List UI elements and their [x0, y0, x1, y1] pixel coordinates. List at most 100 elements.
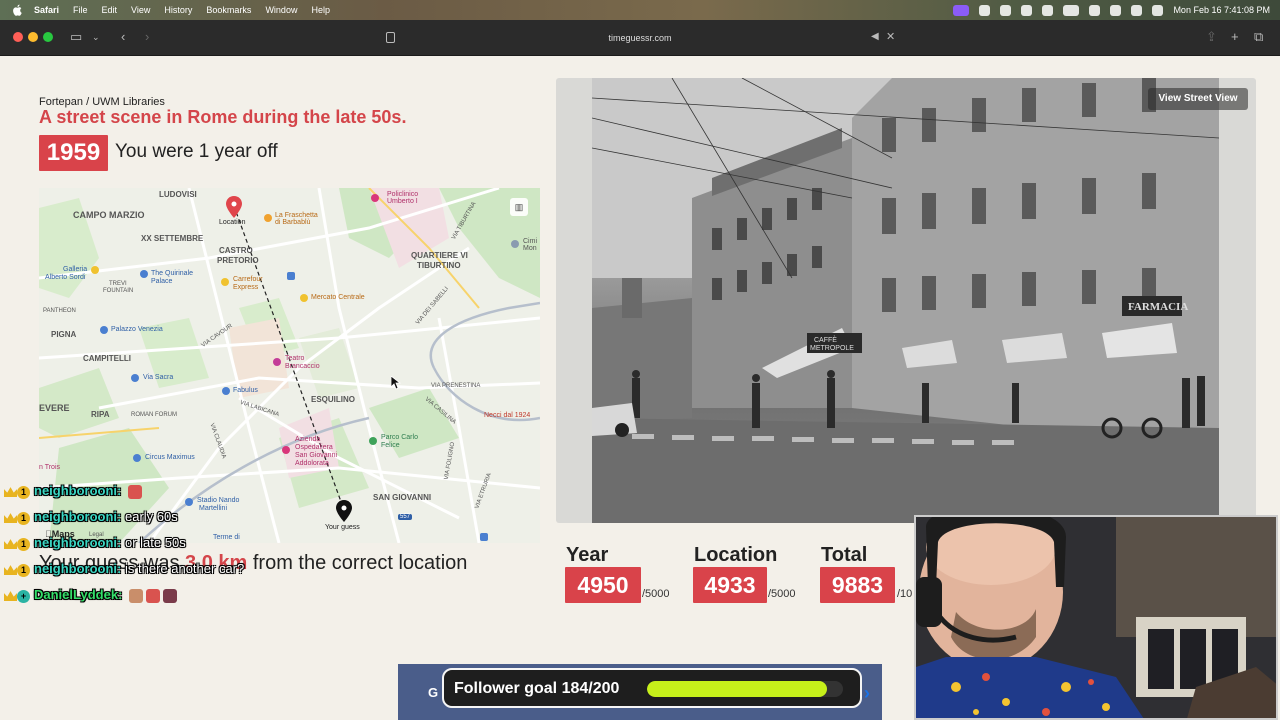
map-label-circus-maximus: Circus Maximus — [145, 454, 195, 461]
menu-safari[interactable]: Safari — [34, 5, 59, 15]
back-icon[interactable]: ‹ — [121, 29, 125, 45]
webcam-scene — [916, 517, 1276, 718]
shopping-icon[interactable] — [91, 266, 99, 274]
correct-year-badge: 1959 — [39, 135, 108, 171]
play-icon[interactable] — [1042, 4, 1054, 16]
view-street-view-button[interactable]: View Street View — [1148, 88, 1248, 110]
menu-view[interactable]: View — [131, 5, 150, 15]
chat-badges: 1 — [4, 483, 34, 501]
photo-scene: FARMACIA CAFFÈ METROPOLE — [592, 78, 1219, 523]
control-center-icon[interactable] — [1131, 4, 1143, 16]
location-score-label: Location — [694, 544, 778, 566]
transit-icon[interactable] — [287, 272, 295, 280]
historic-photo[interactable]: FARMACIA CAFFÈ METROPOLE — [592, 78, 1219, 523]
zoom-window-button[interactable] — [43, 32, 53, 42]
crown-icon — [4, 513, 17, 524]
wifi-icon[interactable] — [1089, 4, 1101, 16]
minimize-window-button[interactable] — [28, 32, 38, 42]
follower-goal-widget: Follower goal 184/200 — [442, 668, 862, 708]
restaurant-icon[interactable] — [264, 214, 272, 222]
tray-app-icon[interactable] — [979, 4, 991, 16]
cafe-icon[interactable] — [222, 387, 230, 395]
chat-username: neighborooni: — [34, 483, 122, 498]
map-label-fraschetta: La Fraschetta — [275, 212, 318, 219]
year-score-value: 4950 — [565, 567, 641, 603]
menubar-clock[interactable]: Mon Feb 16 7:41:08 PM — [1173, 5, 1270, 15]
sub-badge-icon: 1 — [17, 485, 30, 499]
forward-icon[interactable]: › — [145, 29, 149, 45]
chat-badges: 1 — [4, 535, 34, 553]
map-label-fabulus: Fabulus — [233, 387, 258, 394]
battery-icon[interactable] — [1063, 4, 1080, 16]
screen-record-icon[interactable] — [953, 4, 970, 16]
search-icon[interactable] — [1110, 4, 1122, 16]
chat-badges: + — [4, 587, 34, 605]
map-label-xx-settembre: XX SETTEMBRE — [141, 234, 204, 243]
face-emote-icon — [129, 588, 143, 603]
menu-help[interactable]: Help — [311, 5, 330, 15]
map-label-trevi: TREVI — [109, 281, 127, 287]
museum-icon[interactable] — [100, 326, 108, 334]
chevron-down-icon[interactable]: ⌄ — [92, 29, 100, 45]
cemetery-icon[interactable] — [511, 240, 519, 248]
address-bar[interactable]: timeguessr.com — [380, 28, 900, 48]
speaker-icon[interactable]: ◀ — [871, 29, 879, 45]
chat-message: 1 neighborooni: — [4, 482, 364, 508]
landmark-icon[interactable] — [140, 270, 148, 278]
ad-chevron-right-icon[interactable]: › — [864, 683, 870, 704]
grocery-icon[interactable] — [221, 278, 229, 286]
tray-extension-icon[interactable] — [1000, 4, 1012, 16]
share-icon[interactable]: ⇪ — [1206, 29, 1217, 45]
map-label-felice: Felice — [381, 442, 400, 449]
menu-bar: Safari File Edit View History Bookmarks … — [0, 0, 1280, 20]
siri-icon[interactable] — [1152, 4, 1164, 16]
transit-2-icon[interactable] — [480, 533, 488, 541]
map-label-san-giovanni: SAN GIOVANNI — [373, 493, 432, 502]
map-label-pigna: PIGNA — [51, 330, 77, 339]
menu-window[interactable]: Window — [265, 5, 297, 15]
chat-badges: 1 — [4, 509, 34, 527]
tab-overview-icon[interactable]: ⧉ — [1254, 29, 1263, 45]
location-pin-icon[interactable] — [226, 196, 242, 218]
total-score-value: 9883 — [820, 567, 895, 603]
map-label-trevi-fountain: FOUNTAIN — [103, 288, 134, 294]
circus-icon[interactable] — [133, 454, 141, 462]
gear-icon[interactable] — [1021, 4, 1033, 16]
sidebar-icon[interactable]: ▭ — [70, 29, 82, 45]
close-window-button[interactable] — [13, 32, 23, 42]
map-label-parco-carlo: Parco Carlo — [381, 434, 418, 441]
map-route-shield: 557 — [398, 514, 413, 520]
menu-file[interactable]: File — [73, 5, 88, 15]
sub-badge-icon: 1 — [17, 511, 30, 525]
map-label-policlinico: Policlinico — [387, 191, 419, 198]
chat-message: 1 neighborooni: or late 50s — [4, 534, 364, 560]
theater-icon[interactable] — [273, 358, 281, 366]
menu-edit[interactable]: Edit — [102, 5, 118, 15]
hospital-icon[interactable] — [371, 194, 379, 202]
map-type-button[interactable]: ▥ — [510, 198, 528, 216]
follower-goal-fill — [647, 681, 828, 697]
map-label-via-sacra: Via Sacra — [143, 374, 174, 381]
crown-icon — [4, 565, 17, 576]
map-label-ludovisi: LUDOVISI — [159, 190, 197, 199]
hospital-2-icon[interactable] — [282, 446, 290, 454]
crown-icon — [4, 539, 17, 550]
map-label-carrefour: Carrefour — [233, 276, 263, 283]
close-tab-audio-icon[interactable]: ✕ — [886, 29, 895, 45]
caffe-sign: CAFFÈ — [814, 335, 837, 344]
sub-badge-icon: + — [17, 589, 30, 603]
park-icon[interactable] — [369, 437, 377, 445]
mushroom-emote-icon — [128, 484, 142, 499]
attraction-icon[interactable] — [131, 374, 139, 382]
year-score-label: Year — [566, 544, 609, 566]
menu-history[interactable]: History — [164, 5, 192, 15]
map-label-via-prenestina: VIA PRENESTINA — [431, 383, 481, 389]
new-tab-icon[interactable]: + — [1231, 29, 1239, 45]
farmacia-sign: FARMACIA — [1128, 301, 1188, 313]
menu-bookmarks[interactable]: Bookmarks — [206, 5, 251, 15]
apple-icon[interactable] — [12, 4, 24, 16]
location-score-value: 4933 — [693, 567, 767, 603]
chat-username: neighborooni: — [34, 561, 122, 576]
map-label-esquilino: ESQUILINO — [311, 395, 356, 404]
food-hall-icon[interactable] — [300, 294, 308, 302]
